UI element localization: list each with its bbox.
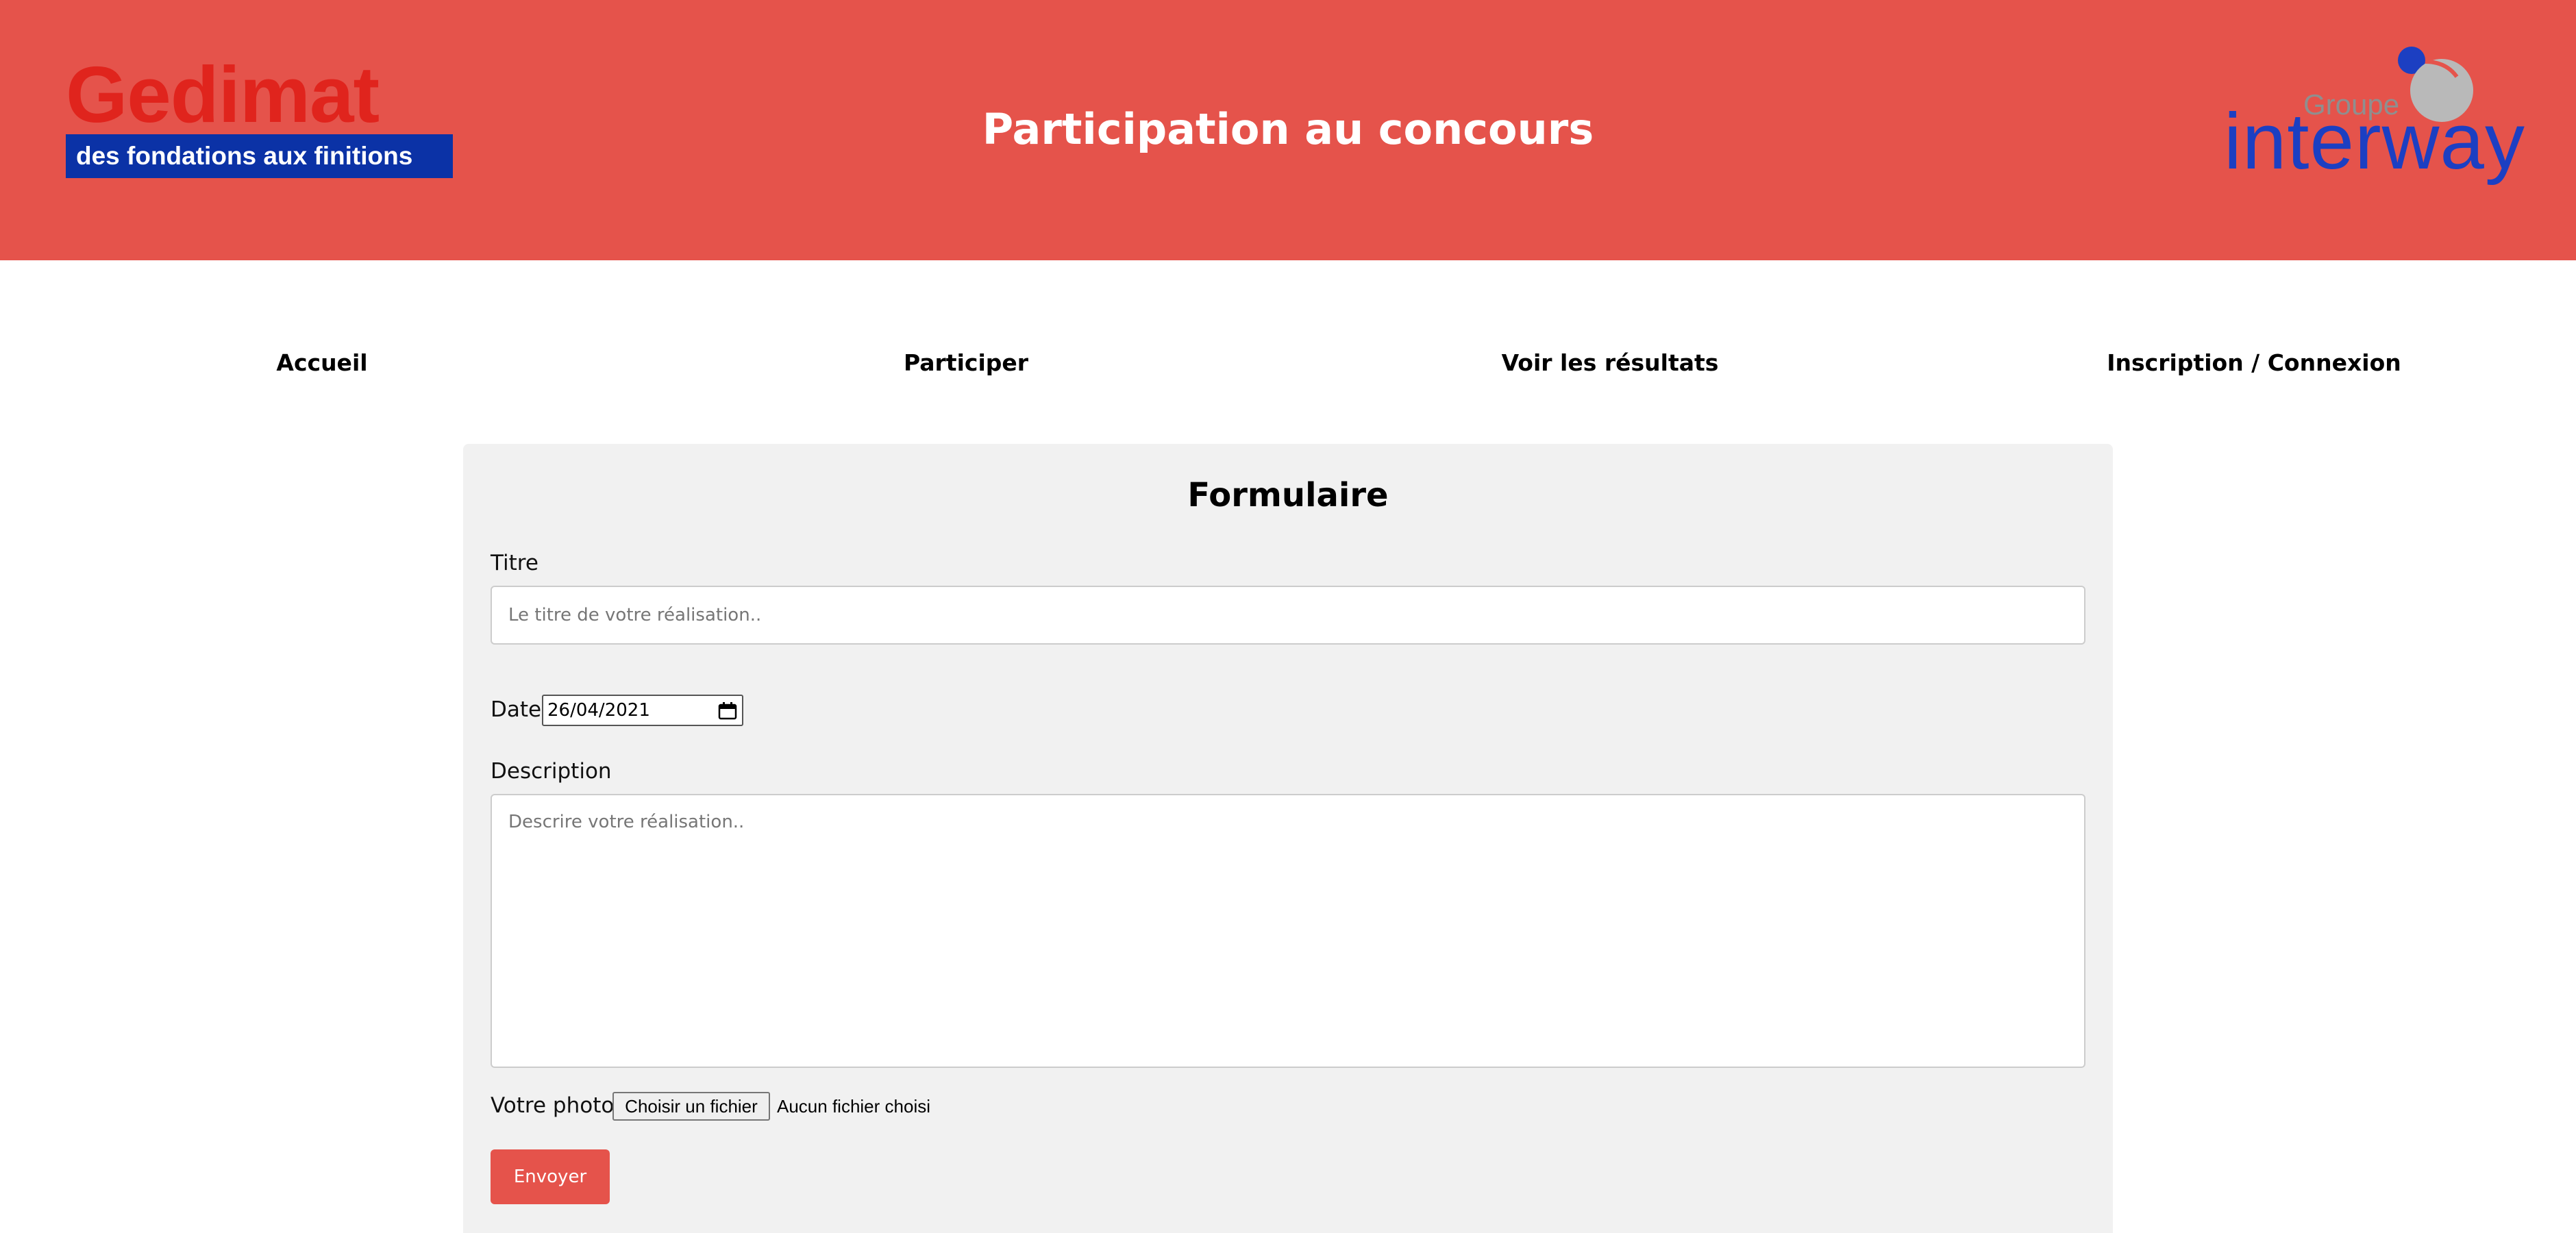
nav-item-accueil[interactable]: Accueil [226,342,418,384]
brand-name: Gedimat [66,50,380,139]
titre-input[interactable] [491,586,2085,645]
photo-label: Votre photo [491,1093,615,1118]
file-status: Aucun fichier choisi [777,1096,930,1117]
site-header: Gedimat des fondations aux finitions Par… [0,0,2576,260]
nav-item-resultats[interactable]: Voir les résultats [1473,342,1747,384]
description-textarea[interactable] [491,794,2085,1068]
choose-file-button[interactable]: Choisir un fichier [612,1092,770,1121]
description-label: Description [491,759,612,784]
interway-logo: Groupe interway [2220,41,2525,192]
submit-button[interactable]: Envoyer [491,1149,610,1204]
form-title: Formulaire [1187,476,1389,514]
calendar-icon[interactable] [717,701,738,721]
participation-form: Formulaire Titre Date 26/04/2021 Descrip… [463,444,2113,1233]
date-input[interactable]: 26/04/2021 [542,695,743,726]
nav-item-inscription-connexion[interactable]: Inscription / Connexion [2090,342,2418,384]
brand-tagline: des fondations aux finitions [66,134,453,178]
titre-label: Titre [491,551,538,575]
nav-item-participer[interactable]: Participer [856,342,1076,384]
date-label: Date [491,697,542,722]
partner-name: interway [2224,97,2525,186]
gedimat-logo[interactable]: Gedimat des fondations aux finitions [66,55,453,184]
date-value: 26/04/2021 [547,700,650,721]
page-title: Participation au concours [982,104,1594,154]
